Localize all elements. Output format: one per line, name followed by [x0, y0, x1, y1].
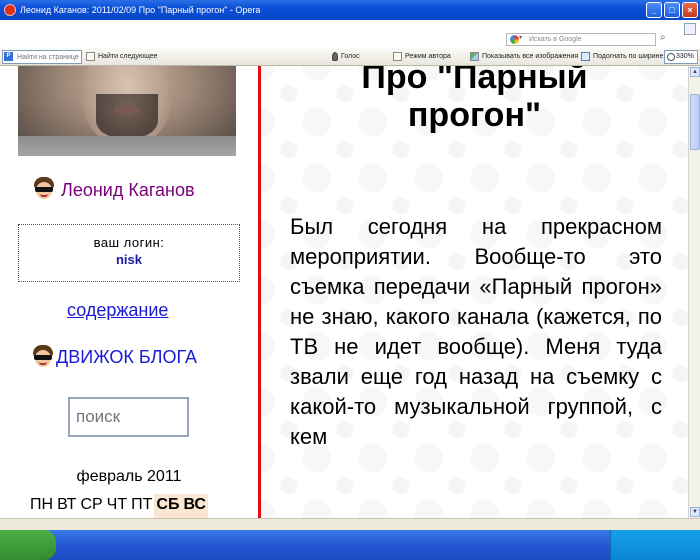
show-images-label: Показывать все изображения — [482, 53, 579, 60]
find-next-label: Найти следующее — [98, 53, 158, 60]
google-search-placeholder: Искать в Google — [529, 36, 582, 43]
search-input[interactable] — [68, 397, 189, 437]
system-tray — [610, 530, 700, 560]
calendar-weekday: ПТ — [131, 496, 153, 513]
find-next-button[interactable]: Найти следующее — [86, 51, 158, 63]
show-images-button[interactable]: Показывать все изображения — [470, 51, 578, 63]
scroll-down-icon[interactable]: ▼ — [690, 507, 700, 517]
photo-shirt — [18, 136, 236, 156]
fit-width-icon — [581, 51, 590, 61]
zoom-icon — [667, 53, 675, 61]
engine-avatar-icon — [30, 345, 56, 371]
taskbar — [0, 530, 700, 560]
photo-mouth — [114, 106, 140, 114]
article-body: Был сегодня на прекрасном мероприятии. В… — [290, 214, 662, 449]
photo-beard — [96, 94, 158, 138]
find-next-icon — [86, 51, 95, 61]
author-mode-label: Режим автора — [405, 53, 451, 60]
fit-width-button[interactable]: Подогнать по ширине — [581, 51, 663, 63]
calendar-weekday: СР — [80, 496, 103, 513]
window-controls: _ □ × — [646, 2, 698, 18]
voice-label: Голос — [341, 53, 360, 60]
microphone-icon — [332, 51, 338, 61]
minimize-button[interactable]: _ — [646, 2, 662, 18]
author-name[interactable]: Леонид Каганов — [61, 180, 195, 201]
pages-icon[interactable] — [684, 23, 696, 35]
google-search-field[interactable]: ▾ Искать в Google — [506, 33, 656, 46]
voice-button[interactable]: Голос — [332, 51, 360, 63]
zoom-value: 330% — [676, 53, 694, 60]
author-photo — [18, 66, 236, 156]
find-icon: P — [4, 52, 13, 61]
calendar-weekday: ВТ — [57, 496, 77, 513]
calendar-weekday: ПН — [30, 496, 54, 513]
author-mode-button[interactable]: Режим автора — [393, 51, 451, 63]
menu-area: ▾ Искать в Google ⌕ — [0, 20, 700, 48]
window-title: Леонид Каганов: 2011/02/09 Про "Парный п… — [20, 5, 261, 15]
fit-width-label: Подогнать по ширине — [593, 53, 664, 60]
calendar-weekday: ВС — [181, 494, 208, 518]
google-icon — [510, 35, 519, 44]
article-title-line-1: Про "Парный — [361, 66, 588, 96]
author-avatar-icon — [31, 177, 57, 203]
maximize-button[interactable]: □ — [664, 2, 680, 18]
scrollbar-thumb[interactable] — [690, 94, 700, 150]
opera-window: Леонид Каганов: 2011/02/09 Про "Парный п… — [0, 0, 700, 560]
page-toolbar: P Найти следующее Голос Режим автора Пок… — [0, 48, 700, 66]
zoom-select[interactable]: 330% — [664, 50, 698, 64]
author-mode-icon — [393, 51, 402, 61]
contents-link[interactable]: содержание — [67, 300, 168, 321]
calendar-weekday: ЧТ — [106, 496, 128, 513]
find-in-page-input[interactable] — [2, 50, 82, 64]
login-username[interactable]: nisk — [19, 252, 239, 267]
close-button[interactable]: × — [682, 2, 698, 18]
opera-icon — [4, 4, 16, 16]
sidebar: Леонид Каганов ваш логин: nisk содержани… — [0, 66, 258, 518]
calendar-weekdays: ПН ВТ СР ЧТ ПТ СБ ВС — [28, 494, 208, 518]
status-bar — [0, 518, 700, 530]
images-icon — [470, 51, 479, 61]
article-title-line-2: прогон" — [407, 96, 542, 134]
calendar-weekday: СБ — [154, 494, 182, 518]
article: Про "Парный прогон" Был сегодня на прекр… — [261, 66, 688, 518]
vertical-scrollbar[interactable]: ▲ ▼ — [688, 66, 700, 518]
start-button[interactable] — [0, 530, 56, 560]
blog-engine-link[interactable]: ДВИЖОК БЛОГА — [56, 347, 197, 368]
search-icon[interactable]: ⌕ — [660, 32, 674, 46]
login-box: ваш логин: nisk — [18, 224, 240, 282]
calendar-month[interactable]: февраль 2011 — [0, 468, 258, 486]
page-viewport: Леонид Каганов ваш логин: nisk содержани… — [0, 66, 688, 518]
scroll-up-icon[interactable]: ▲ — [690, 67, 700, 77]
title-bar[interactable]: Леонид Каганов: 2011/02/09 Про "Парный п… — [0, 0, 700, 20]
article-title: Про "Парный прогон" — [261, 66, 688, 134]
login-label: ваш логин: — [93, 235, 165, 250]
chevron-down-icon[interactable]: ▾ — [519, 33, 522, 44]
